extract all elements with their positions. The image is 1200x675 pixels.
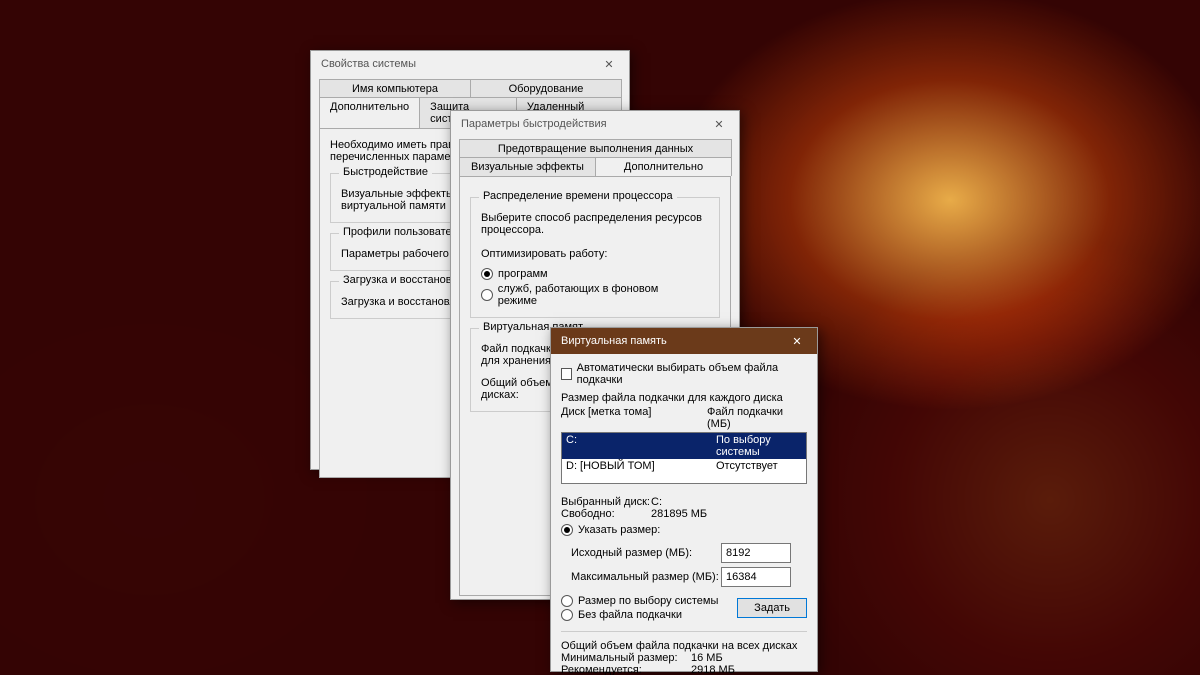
tab-advanced[interactable]: Дополнительно: [595, 157, 732, 176]
window-title: Виртуальная память: [561, 335, 667, 347]
radio-icon: [561, 595, 573, 607]
disk-label: C:: [566, 434, 716, 458]
titlebar[interactable]: Виртуальная память ✕: [551, 328, 817, 354]
auto-manage-checkbox[interactable]: Автоматически выбирать объем файла подка…: [561, 362, 793, 386]
radio-icon: [561, 609, 573, 621]
set-button[interactable]: Задать: [737, 598, 807, 618]
radio-label: служб, работающих в фоновом режиме: [498, 283, 695, 307]
checkbox-label: Автоматически выбирать объем файла подка…: [577, 362, 793, 386]
free-space-label: Свободно:: [561, 508, 651, 520]
close-icon[interactable]: ✕: [783, 335, 811, 348]
radio-programs[interactable]: программ: [481, 268, 548, 280]
disk-label: D: [НОВЫЙ ТОМ]: [566, 460, 716, 472]
disk-value: По выбору системы: [716, 434, 802, 458]
scheduling-desc: Выберите способ распределения ресурсов п…: [481, 212, 709, 236]
free-space-value: 281895 МБ: [651, 508, 707, 520]
tab-computer-name[interactable]: Имя компьютера: [319, 79, 471, 98]
titlebar[interactable]: Свойства системы ✕: [311, 51, 629, 77]
initial-size-input[interactable]: [721, 543, 791, 563]
radio-icon: [481, 289, 493, 301]
disk-list[interactable]: C: По выбору системы D: [НОВЫЙ ТОМ] Отсу…: [561, 432, 807, 484]
optimize-label: Оптимизировать работу:: [481, 248, 709, 260]
group-title: Распределение времени процессора: [479, 190, 677, 202]
selected-drive-label: Выбранный диск:: [561, 496, 651, 508]
group-title: Быстродействие: [339, 166, 432, 178]
window-title: Параметры быстродействия: [461, 118, 607, 130]
disk-value: Отсутствует: [716, 460, 802, 472]
titlebar[interactable]: Параметры быстродействия ✕: [451, 111, 739, 137]
tab-hardware[interactable]: Оборудование: [470, 79, 622, 98]
header-size: Файл подкачки (МБ): [707, 406, 807, 430]
min-value: 16 МБ: [691, 652, 723, 664]
radio-icon: [481, 268, 493, 280]
max-size-input[interactable]: [721, 567, 791, 587]
disk-row[interactable]: C: По выбору системы: [562, 433, 806, 459]
rec-label: Рекомендуется:: [561, 664, 691, 675]
tab-advanced[interactable]: Дополнительно: [319, 97, 420, 128]
rec-value: 2918 МБ: [691, 664, 735, 675]
radio-custom-size[interactable]: Указать размер:: [561, 524, 660, 536]
radio-icon: [561, 524, 573, 536]
initial-size-label: Исходный размер (МБ):: [571, 547, 721, 559]
radio-label: Размер по выбору системы: [578, 595, 718, 607]
radio-label: Указать размер:: [578, 524, 660, 536]
tab-visual-effects[interactable]: Визуальные эффекты: [459, 157, 596, 176]
per-drive-label: Размер файла подкачки для каждого диска: [561, 392, 807, 404]
selected-drive-value: C:: [651, 496, 662, 508]
checkbox-icon: [561, 368, 572, 380]
radio-label: программ: [498, 268, 548, 280]
radio-label: Без файла подкачки: [578, 609, 682, 621]
close-icon[interactable]: ✕: [705, 118, 733, 131]
header-disk: Диск [метка тома]: [561, 406, 707, 430]
disk-row[interactable]: D: [НОВЫЙ ТОМ] Отсутствует: [562, 459, 806, 473]
totals-title: Общий объем файла подкачки на всех диска…: [561, 640, 807, 652]
processor-scheduling-group: Распределение времени процессора Выберит…: [470, 197, 720, 318]
radio-no-paging[interactable]: Без файла подкачки: [561, 609, 718, 621]
window-title: Свойства системы: [321, 58, 416, 70]
radio-background[interactable]: служб, работающих в фоновом режиме: [481, 283, 695, 307]
tab-dep[interactable]: Предотвращение выполнения данных: [459, 139, 732, 158]
max-size-label: Максимальный размер (МБ):: [571, 571, 721, 583]
min-label: Минимальный размер:: [561, 652, 691, 664]
virtual-memory-window: Виртуальная память ✕ Автоматически выбир…: [550, 327, 818, 672]
radio-system-managed[interactable]: Размер по выбору системы: [561, 595, 718, 607]
close-icon[interactable]: ✕: [595, 58, 623, 71]
